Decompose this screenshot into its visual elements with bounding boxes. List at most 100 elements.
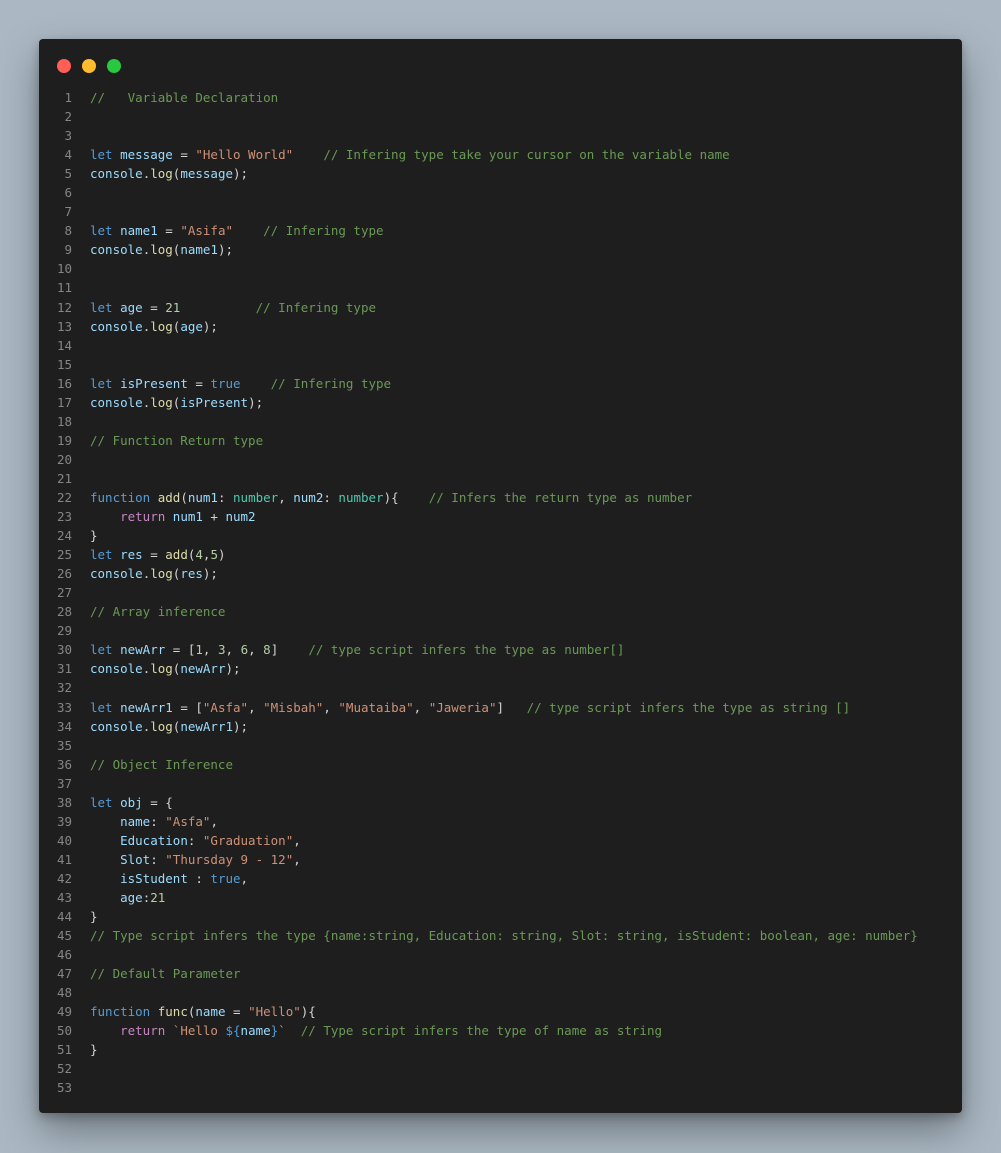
- code-line: 48: [39, 983, 962, 1002]
- code-token-punctuation: ,: [323, 699, 339, 715]
- line-source: return num1 + num2: [90, 507, 255, 526]
- line-number: 43: [56, 889, 72, 905]
- line-source: console.log(message);: [90, 164, 248, 183]
- code-token-identifier: console: [90, 166, 143, 182]
- code-token-number-literal: 4: [195, 547, 203, 563]
- code-token-comment: // Object Inference: [90, 756, 233, 772]
- code-token-punctuation: ]: [270, 642, 309, 658]
- line-number: 19: [56, 432, 72, 448]
- code-token-string-literal: `Hello: [172, 1023, 226, 1039]
- code-token-punctuation: :: [323, 489, 339, 505]
- code-line: 34 console.log(newArr1);: [39, 717, 962, 736]
- code-line: 22 function add(num1: number, num2: numbe…: [39, 488, 962, 507]
- code-token-punctuation: ,: [225, 642, 241, 658]
- code-token-punctuation: ,: [413, 699, 429, 715]
- line-source: Slot: "Thursday 9 - 12",: [90, 850, 301, 869]
- code-token-punctuation: [113, 795, 121, 810]
- line-source: Education: "Graduation",: [90, 831, 301, 850]
- code-token-comment: // Infers the return type as number: [428, 489, 693, 505]
- code-line: 41 Slot: "Thursday 9 - 12",: [39, 850, 962, 869]
- code-line: 4 let message = "Hello World" // Infering…: [39, 145, 962, 164]
- code-token-identifier: console: [90, 318, 143, 334]
- line-number: 4: [64, 147, 72, 163]
- code-token-punctuation: [113, 147, 121, 162]
- code-token-punctuation: ]: [496, 699, 527, 715]
- code-token-punctuation: [233, 223, 263, 238]
- code-token-comment: // Default Parameter: [90, 966, 241, 982]
- code-token-punctuation: ,: [293, 851, 301, 867]
- code-token-number-literal: 5: [210, 547, 218, 563]
- minimize-window-icon[interactable]: [82, 59, 96, 73]
- code-token-keyword: let: [90, 794, 113, 810]
- line-number: 11: [56, 280, 72, 296]
- line-number: 2: [64, 109, 72, 125]
- code-line: 15: [39, 355, 962, 374]
- line-source: }: [90, 1040, 98, 1059]
- maximize-window-icon[interactable]: [107, 59, 121, 73]
- code-line: 5 console.log(message);: [39, 164, 962, 183]
- line-number: 35: [56, 737, 72, 753]
- line-source: let obj = {: [90, 793, 173, 812]
- code-token-string-literal: "Misbah": [263, 699, 324, 715]
- code-token-identifier: newArr: [120, 642, 166, 658]
- code-token-identifier: isPresent: [120, 375, 188, 391]
- line-number: 23: [56, 509, 72, 525]
- code-token-comment: // type script infers the type as number…: [308, 642, 625, 658]
- code-token-punctuation: ,: [210, 813, 218, 829]
- line-number: 14: [56, 337, 72, 353]
- code-token-keyword: let: [90, 375, 113, 391]
- code-line: 24}: [39, 526, 962, 545]
- line-number: 34: [56, 718, 72, 734]
- code-token-punctuation: [150, 1004, 158, 1019]
- line-number: 12: [56, 299, 72, 315]
- code-token-identifier: num1: [187, 489, 218, 505]
- code-line: 38 let obj = {: [39, 793, 962, 812]
- code-line: 7: [39, 202, 962, 221]
- line-number: 31: [56, 661, 72, 677]
- code-line: 16 let isPresent = true // Infering type: [39, 374, 962, 393]
- code-line: 47 // Default Parameter: [39, 964, 962, 983]
- line-number: 24: [56, 528, 72, 544]
- code-line: 9 console.log(name1);: [39, 240, 962, 259]
- code-line: 51}: [39, 1040, 962, 1059]
- line-number: 27: [56, 585, 72, 601]
- code-token-identifier: res: [180, 566, 203, 582]
- code-token-identifier: num2: [293, 489, 324, 505]
- code-line: 30 let newArr = [1, 3, 6, 8] // type scri…: [39, 640, 962, 659]
- code-token-function-name: add: [165, 547, 188, 563]
- code-token-comment: // Infering type: [270, 375, 392, 391]
- code-token-function-name: add: [157, 489, 181, 505]
- code-line: 20: [39, 450, 962, 469]
- code-token-number-literal: 1: [195, 642, 203, 658]
- code-token-keyword: function: [90, 1004, 151, 1020]
- close-window-icon[interactable]: [57, 59, 71, 73]
- code-token-function-name: log: [150, 166, 173, 182]
- code-token-keyword: function: [90, 489, 151, 505]
- code-token-punctuation: );: [202, 318, 218, 334]
- code-line: 37: [39, 774, 962, 793]
- code-line: 14: [39, 336, 962, 355]
- code-token-identifier: console: [90, 661, 143, 677]
- code-token-identifier: name: [195, 1004, 226, 1020]
- code-token-punctuation: =: [157, 223, 181, 239]
- line-number: 25: [56, 547, 72, 563]
- code-token-identifier: console: [90, 394, 143, 410]
- line-number: 29: [56, 623, 72, 639]
- line-source: // Type script infers the type {name:str…: [90, 926, 918, 945]
- code-token-punctuation: [113, 223, 121, 238]
- code-token-punctuation: [90, 852, 120, 867]
- code-token-function-name: log: [150, 318, 173, 334]
- line-source: }: [90, 526, 98, 545]
- code-token-string-literal: "Jaweria": [428, 699, 497, 715]
- code-token-punctuation: ){: [300, 1004, 316, 1020]
- code-token-punctuation: [293, 147, 323, 162]
- code-token-punctuation: (: [180, 489, 188, 505]
- code-token-comment: // Function Return type: [90, 432, 264, 448]
- line-source: // Array inference: [90, 602, 225, 621]
- code-token-punctuation: [113, 700, 121, 715]
- line-number: 5: [64, 166, 72, 182]
- line-number: 18: [56, 413, 72, 429]
- code-token-punctuation: ,: [240, 870, 249, 886]
- line-number: 20: [56, 451, 72, 467]
- code-token-control-keyword: return: [120, 1023, 166, 1039]
